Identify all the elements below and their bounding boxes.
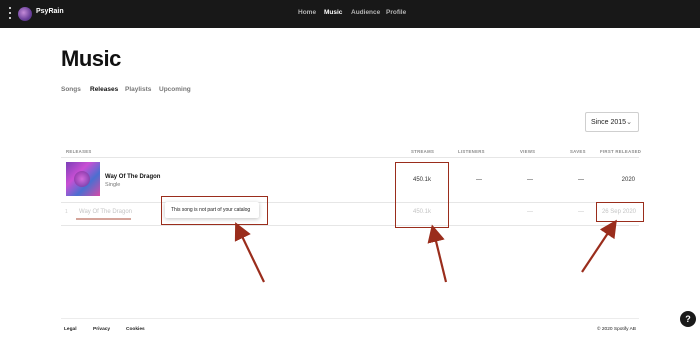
annotation-arrows [234, 219, 617, 283]
copyright: © 2020 Spotify AB [597, 327, 637, 332]
help-button[interactable]: ? [680, 311, 696, 327]
footer-divider [61, 318, 639, 319]
annotation-arrow-tooltip [234, 222, 265, 283]
annotation-arrow-release-date [581, 219, 617, 273]
footer-link-cookies[interactable]: Cookies [126, 327, 145, 332]
footer-link-privacy[interactable]: Privacy [93, 327, 110, 332]
footer-link-legal[interactable]: Legal [64, 327, 77, 332]
annotation-arrow-streams [427, 224, 448, 283]
